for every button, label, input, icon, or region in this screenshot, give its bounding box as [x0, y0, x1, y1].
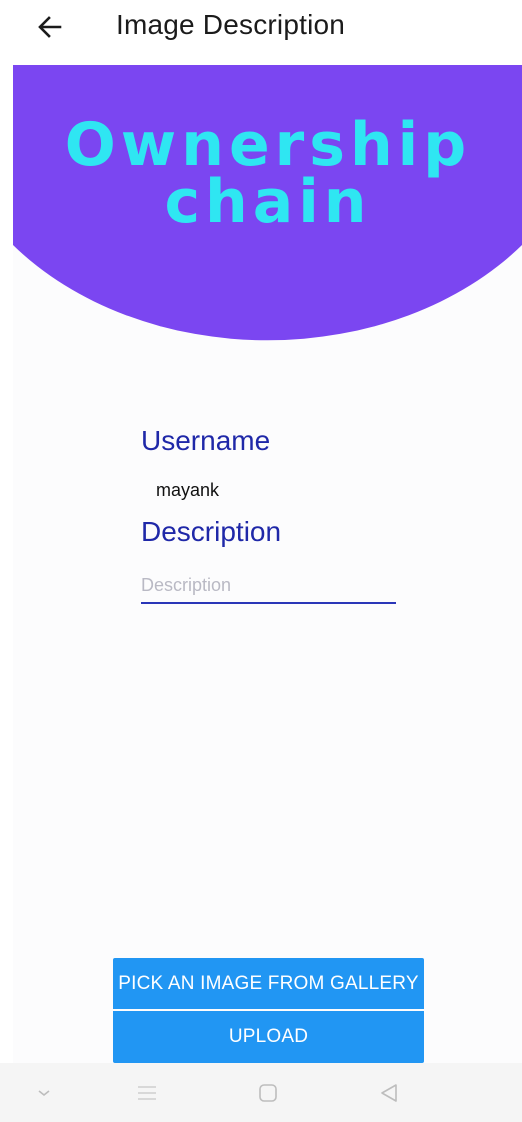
username-label: Username [141, 425, 271, 456]
nav-hide-button[interactable] [24, 1073, 64, 1113]
nav-back-button[interactable] [369, 1073, 409, 1113]
screen: Image Description Ownership chain Userna… [0, 0, 522, 1122]
banner-title-line2: chain [164, 167, 371, 237]
description-label: Description [141, 516, 282, 547]
ownership-chain-banner: Ownership chain [13, 65, 522, 341]
home-icon [259, 1084, 277, 1102]
arrow-back-icon [38, 16, 62, 38]
menu-icon [138, 1086, 156, 1100]
pick-image-button[interactable]: PICK AN IMAGE FROM GALLERY [113, 958, 424, 1009]
description-input[interactable] [141, 568, 396, 604]
content-area: Ownership chain Username mayank Descript… [13, 65, 522, 1063]
back-button[interactable] [28, 5, 72, 49]
nav-menu-button[interactable] [127, 1073, 167, 1113]
back-triangle-icon [381, 1084, 397, 1102]
page-title: Image Description [116, 9, 346, 40]
username-value: mayank [156, 480, 220, 500]
upload-button[interactable]: UPLOAD [113, 1011, 424, 1063]
system-nav-bar [0, 1063, 522, 1122]
chevron-down-icon [38, 1090, 50, 1097]
app-bar: Image Description [0, 0, 522, 62]
nav-home-button[interactable] [248, 1073, 288, 1113]
